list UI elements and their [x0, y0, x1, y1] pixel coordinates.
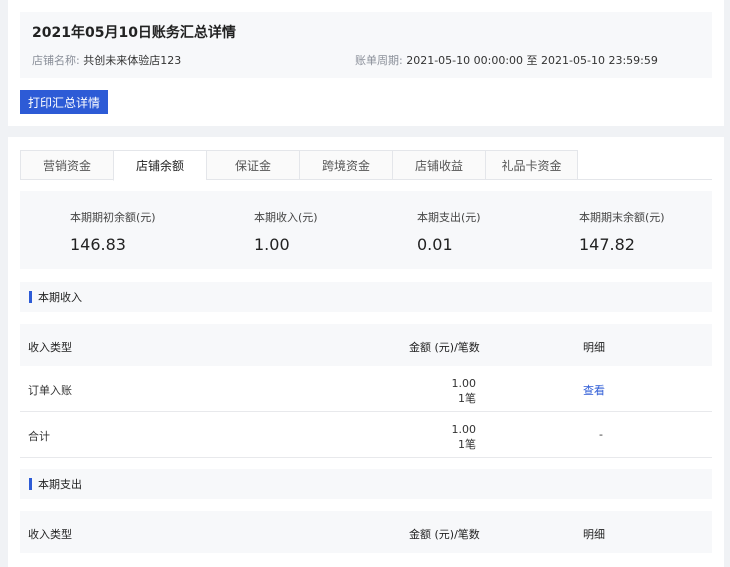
store-info: 店铺名称: 共创未来体验店123 [32, 52, 181, 68]
store-name: 共创未来体验店123 [83, 54, 182, 67]
store-label: 店铺名称: [32, 54, 80, 67]
count-value: 1笔 [458, 438, 476, 451]
stat-value: 0.01 [417, 235, 453, 254]
row-amount: 1.00 1笔 [452, 376, 477, 406]
tab-store-earnings[interactable]: 店铺收益 [392, 150, 485, 180]
column-header-amount: 金额 (元)/笔数 [409, 528, 480, 541]
table-row: 合计 1.00 1笔 - [20, 412, 712, 458]
print-summary-button[interactable]: 打印汇总详情 [20, 90, 108, 114]
amount-value: 1.00 [451, 377, 477, 390]
row-type: 合计 [28, 430, 50, 443]
period-label: 账单周期: [355, 54, 403, 67]
tab-gift-card-funds[interactable]: 礼品卡资金 [485, 150, 578, 180]
stat-label: 本期期初余额(元) [70, 211, 156, 224]
stat-closing-balance: 本期期末余额(元) 147.82 [579, 209, 665, 254]
table-row: 订单入账 1.00 1笔 查看 [20, 366, 712, 412]
income-table-header: 收入类型 金额 (元)/笔数 明细 [20, 324, 712, 366]
amount-value: 1.00 [451, 423, 477, 436]
count-value: 1笔 [458, 392, 476, 405]
tab-cross-border-funds[interactable]: 跨境资金 [299, 150, 392, 180]
row-detail: - [599, 428, 603, 441]
income-section-header: 本期收入 [20, 282, 712, 312]
tab-deposit[interactable]: 保证金 [206, 150, 299, 180]
tab-marketing-funds[interactable]: 营销资金 [20, 150, 113, 180]
section-marker [29, 478, 32, 490]
balance-stats-panel: 本期期初余额(元) 146.83 本期收入(元) 1.00 本期支出(元) 0.… [20, 191, 712, 269]
column-header-amount: 金额 (元)/笔数 [409, 341, 480, 354]
tab-store-balance[interactable]: 店铺余额 [113, 150, 206, 181]
period-value: 2021-05-10 00:00:00 至 2021-05-10 23:59:5… [406, 54, 658, 67]
row-type: 订单入账 [28, 384, 72, 397]
stat-label: 本期支出(元) [417, 211, 481, 224]
column-header-type: 收入类型 [28, 341, 72, 354]
expense-section-header: 本期支出 [20, 469, 712, 499]
stat-value: 1.00 [254, 235, 290, 254]
section-marker [29, 291, 32, 303]
stat-value: 147.82 [579, 235, 635, 254]
billing-period: 账单周期: 2021-05-10 00:00:00 至 2021-05-10 2… [355, 52, 658, 68]
expense-table-header: 收入类型 金额 (元)/笔数 明细 [20, 511, 712, 553]
section-title: 本期收入 [38, 291, 82, 304]
stat-label: 本期收入(元) [254, 211, 318, 224]
page-title: 2021年05月10日账务汇总详情 [32, 25, 236, 41]
view-detail-link[interactable]: 查看 [583, 382, 605, 398]
stat-period-expense: 本期支出(元) 0.01 [417, 209, 481, 254]
summary-header-card: 2021年05月10日账务汇总详情 店铺名称: 共创未来体验店123 账单周期:… [8, 0, 724, 126]
column-header-type: 收入类型 [28, 528, 72, 541]
fund-type-tabs: 营销资金 店铺余额 保证金 跨境资金 店铺收益 礼品卡资金 [20, 150, 712, 181]
balance-detail-card: 营销资金 店铺余额 保证金 跨境资金 店铺收益 礼品卡资金 本期期初余额(元) … [8, 137, 724, 567]
header-info-box: 2021年05月10日账务汇总详情 店铺名称: 共创未来体验店123 账单周期:… [20, 12, 712, 78]
stat-opening-balance: 本期期初余额(元) 146.83 [70, 209, 156, 254]
row-amount: 1.00 1笔 [452, 422, 477, 452]
column-header-detail: 明细 [583, 341, 605, 354]
stat-period-income: 本期收入(元) 1.00 [254, 209, 318, 254]
stat-value: 146.83 [70, 235, 126, 254]
stat-label: 本期期末余额(元) [579, 211, 665, 224]
column-header-detail: 明细 [583, 528, 605, 541]
section-title: 本期支出 [38, 478, 82, 491]
